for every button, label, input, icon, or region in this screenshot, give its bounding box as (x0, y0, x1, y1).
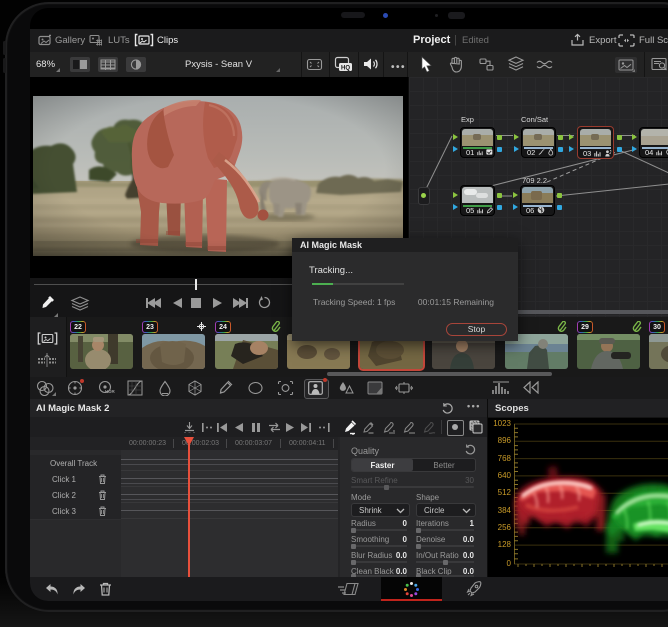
svg-text:HQ: HQ (341, 65, 350, 71)
